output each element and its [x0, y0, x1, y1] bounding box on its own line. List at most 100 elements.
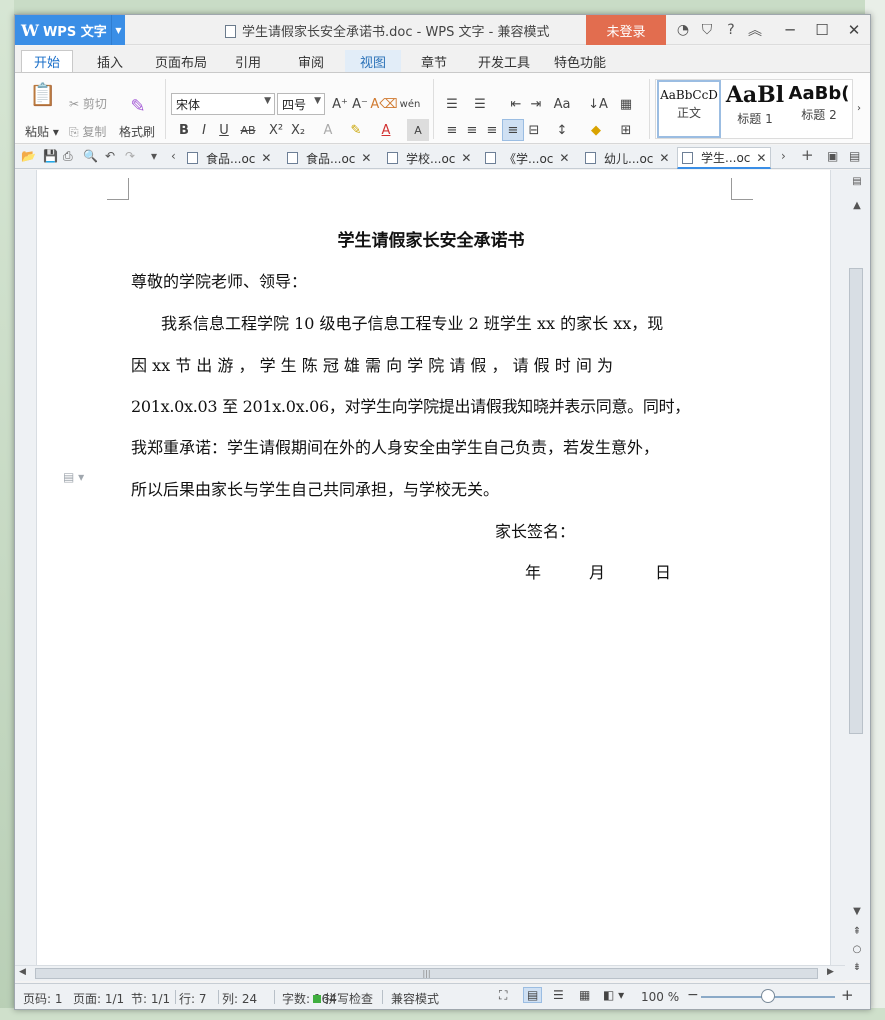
skin-icon[interactable]: ◔ — [671, 22, 695, 38]
vertical-scrollbar[interactable]: ▤ ▲ ▼ ⇞ ○ ⇟ — [845, 170, 870, 980]
underline-icon[interactable]: U — [213, 119, 235, 141]
close-icon[interactable]: ✕ — [261, 151, 271, 165]
close-icon[interactable]: ✕ — [659, 151, 669, 165]
document-canvas[interactable]: ▤ ▾ 学生请假家长安全承诺书 尊敬的学院老师、领导： 我系信息工程学院 10 … — [15, 170, 855, 980]
save-icon[interactable]: 💾 — [43, 149, 58, 163]
cut-button[interactable]: ✂ 剪切 — [69, 95, 107, 112]
doc-tab[interactable]: 食品...oc ✕ — [187, 147, 271, 169]
tab-review[interactable]: 审阅 — [285, 50, 337, 72]
align-left-icon[interactable]: ≡ — [441, 119, 463, 141]
highlight-icon[interactable]: ✎ — [345, 119, 367, 141]
tab-references[interactable]: 引用 — [225, 50, 271, 72]
tab-chapter[interactable]: 章节 — [411, 50, 457, 72]
print-icon[interactable]: ⎙ — [63, 149, 73, 164]
line-spacing-icon[interactable]: ↕ — [551, 119, 573, 141]
next-page-icon[interactable]: ⇟ — [849, 960, 865, 976]
scroll-right-icon[interactable]: ▶ — [827, 967, 834, 977]
tab-page-layout[interactable]: 页面布局 — [147, 50, 215, 72]
align-center-icon[interactable]: ≡ — [461, 119, 483, 141]
prev-page-icon[interactable]: ⇞ — [849, 924, 865, 940]
collapse-ribbon-icon[interactable]: ︽ — [743, 20, 767, 40]
tab-developer[interactable]: 开发工具 — [471, 50, 537, 72]
paste-icon[interactable]: 📋 — [29, 81, 57, 109]
scroll-down-icon[interactable]: ▼ — [849, 904, 865, 920]
tab-scroll-right-icon[interactable]: › — [781, 149, 786, 163]
maximize-icon[interactable]: ☐ — [806, 15, 838, 45]
font-size-select[interactable]: 四号 ▼ — [277, 93, 325, 115]
doc-tab[interactable]: 学校...oc ✕ — [387, 147, 471, 169]
font-color-icon[interactable]: A — [375, 119, 397, 141]
app-menu-button[interactable]: W WPS 文字 ▼ — [15, 15, 125, 45]
tab-scroll-left-icon[interactable]: ‹ — [171, 149, 176, 163]
format-painter-icon[interactable]: ✎ — [125, 93, 151, 119]
increase-indent-icon[interactable]: ⇥ — [525, 93, 547, 115]
reading-view-icon[interactable]: ◧ ▾ — [603, 988, 624, 1002]
bold-icon[interactable]: B — [173, 119, 195, 141]
close-icon[interactable]: ✕ — [461, 151, 471, 165]
tab-list-icon[interactable]: ▣ — [827, 149, 838, 163]
select-browse-object-icon[interactable]: ○ — [849, 942, 865, 958]
style-heading-2[interactable]: AaBb( 标题 2 — [787, 80, 851, 138]
tab-special-features[interactable]: 特色功能 — [547, 50, 613, 72]
horizontal-scrollbar[interactable]: ◀ ||| ▶ — [15, 965, 845, 981]
close-icon[interactable]: ✕ — [361, 151, 371, 165]
clear-format-icon[interactable]: A⌫ — [370, 93, 397, 115]
gallery-scroll-icon[interactable]: › — [857, 103, 861, 114]
login-button[interactable]: 未登录 — [586, 15, 666, 45]
customize-toolbar-icon[interactable]: ▾ — [151, 149, 157, 163]
undo-icon[interactable]: ↶ — [105, 149, 115, 163]
print-preview-icon[interactable]: 🔍 — [83, 149, 98, 163]
grow-font-icon[interactable]: A⁺ — [329, 93, 351, 115]
shirt-icon[interactable]: ⛉ — [695, 22, 719, 38]
open-icon[interactable]: 📂 — [21, 149, 36, 163]
distributed-icon[interactable]: ⊟ — [523, 119, 545, 141]
fullscreen-icon[interactable]: ⛶ — [499, 988, 507, 1003]
table-icon[interactable]: ▦ — [615, 93, 637, 115]
borders-icon[interactable]: ⊞ — [615, 119, 637, 141]
zoom-slider-handle[interactable] — [761, 989, 775, 1003]
superscript-icon[interactable]: X² — [265, 119, 287, 141]
tab-menu-icon[interactable]: ▤ — [849, 149, 860, 163]
outline-view-icon[interactable]: ☰ — [553, 988, 564, 1002]
tab-view[interactable]: 视图 — [345, 50, 401, 72]
align-right-icon[interactable]: ≡ — [481, 119, 503, 141]
new-tab-icon[interactable]: + — [801, 146, 814, 164]
char-shading-icon[interactable]: A — [407, 119, 429, 141]
doc-tab-active[interactable]: 学生...oc ✕ — [677, 147, 772, 169]
subscript-icon[interactable]: X₂ — [287, 119, 309, 141]
change-case-icon[interactable]: Aa — [551, 93, 573, 115]
zoom-out-icon[interactable]: − — [687, 987, 699, 1003]
redo-icon[interactable]: ↷ — [125, 149, 135, 163]
tab-insert[interactable]: 插入 — [85, 50, 135, 72]
close-icon[interactable]: ✕ — [756, 151, 766, 165]
text-effect-icon[interactable]: A — [317, 119, 339, 141]
style-heading-1[interactable]: AaBl 标题 1 — [723, 80, 787, 138]
minimize-icon[interactable]: ─ — [774, 15, 806, 45]
zoom-in-icon[interactable]: + — [841, 986, 854, 1004]
paste-button[interactable]: 粘贴 ▾ — [25, 123, 59, 140]
doc-tab[interactable]: 幼儿...oc ✕ — [585, 147, 669, 169]
shrink-font-icon[interactable]: A⁻ — [349, 93, 371, 115]
style-normal[interactable]: AaBbCcD 正文 — [657, 80, 721, 138]
scroll-left-icon[interactable]: ◀ — [19, 967, 26, 977]
spell-check-toggle[interactable]: 拼写检查 — [313, 990, 373, 1007]
font-family-select[interactable]: 宋体 ▼ — [171, 93, 275, 115]
decrease-indent-icon[interactable]: ⇤ — [505, 93, 527, 115]
view-mode-icon[interactable]: ▤ — [849, 174, 865, 190]
help-icon[interactable]: ? — [719, 22, 743, 38]
horizontal-scroll-thumb[interactable]: ||| — [35, 968, 818, 979]
align-justify-icon[interactable]: ≡ — [502, 119, 524, 141]
paragraph-marker-icon[interactable]: ▤ ▾ — [63, 470, 84, 484]
shading-icon[interactable]: ◆ — [585, 119, 607, 141]
format-painter-button[interactable]: 格式刷 — [119, 123, 155, 140]
strikethrough-icon[interactable]: AB — [237, 119, 259, 141]
doc-tab[interactable]: 《学...oc ✕ — [485, 147, 569, 169]
phonetic-guide-icon[interactable]: wén — [399, 93, 421, 115]
italic-icon[interactable]: I — [193, 119, 215, 141]
web-view-icon[interactable]: ▦ — [579, 988, 590, 1002]
scroll-up-icon[interactable]: ▲ — [849, 198, 865, 214]
scroll-thumb[interactable] — [849, 268, 863, 734]
zoom-level[interactable]: 100 % — [641, 990, 679, 1004]
tab-home[interactable]: 开始 — [21, 50, 73, 72]
numbered-list-icon[interactable]: ☰ — [469, 93, 491, 115]
